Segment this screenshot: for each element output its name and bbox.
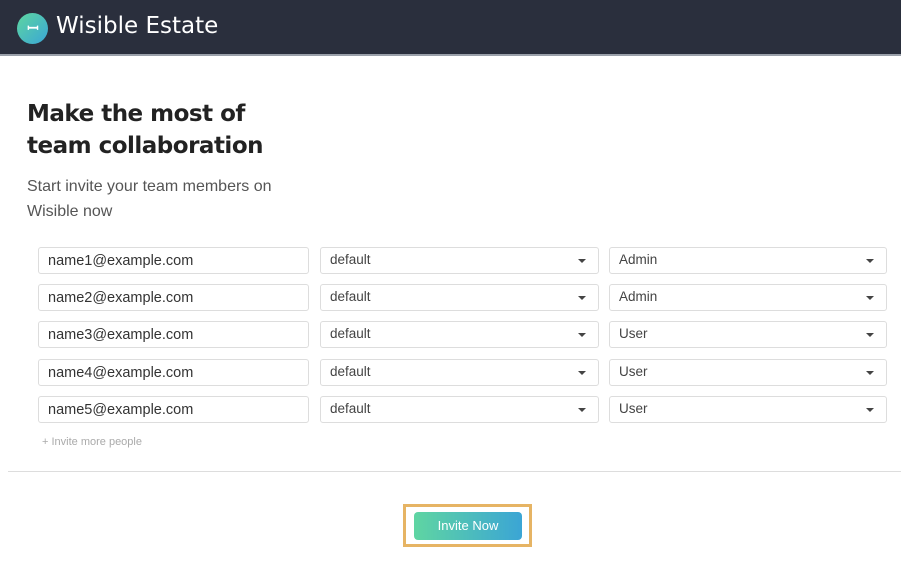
role-select[interactable]: User xyxy=(609,321,887,348)
email-input[interactable]: name5@example.com xyxy=(38,396,309,423)
role-select[interactable]: User xyxy=(609,359,887,386)
divider xyxy=(8,471,901,472)
group-value: default xyxy=(330,364,371,379)
caret-down-icon xyxy=(578,408,586,412)
role-select[interactable]: Admin xyxy=(609,284,887,311)
group-value: default xyxy=(330,326,371,341)
email-input[interactable]: name1@example.com xyxy=(38,247,309,274)
caret-down-icon xyxy=(578,333,586,337)
caret-down-icon xyxy=(866,408,874,412)
top-bar: ꟷ Wisible Estate xyxy=(0,0,901,56)
caret-down-icon xyxy=(866,333,874,337)
caret-down-icon xyxy=(866,371,874,375)
group-value: default xyxy=(330,401,371,416)
caret-down-icon xyxy=(578,371,586,375)
invite-more-link[interactable]: + Invite more people xyxy=(42,436,142,448)
role-value: User xyxy=(619,401,648,416)
group-value: default xyxy=(330,252,371,267)
app-title: Wisible Estate xyxy=(56,13,219,39)
group-select[interactable]: default xyxy=(320,359,599,386)
page-subtitle: Start invite your team members on Wisibl… xyxy=(27,178,272,220)
caret-down-icon xyxy=(578,259,586,263)
email-input[interactable]: name3@example.com xyxy=(38,321,309,348)
email-input[interactable]: name4@example.com xyxy=(38,359,309,386)
caret-down-icon xyxy=(578,296,586,300)
role-select[interactable]: Admin xyxy=(609,247,887,274)
role-select[interactable]: User xyxy=(609,396,887,423)
role-value: Admin xyxy=(619,289,658,304)
group-select[interactable]: default xyxy=(320,396,599,423)
group-value: default xyxy=(330,289,371,304)
role-value: User xyxy=(619,364,648,379)
role-value: User xyxy=(619,326,648,341)
role-value: Admin xyxy=(619,252,658,267)
group-select[interactable]: default xyxy=(320,247,599,274)
logo-icon: ꟷ xyxy=(17,13,48,44)
invite-now-button[interactable]: Invite Now xyxy=(414,512,522,540)
caret-down-icon xyxy=(866,259,874,263)
caret-down-icon xyxy=(866,296,874,300)
group-select[interactable]: default xyxy=(320,321,599,348)
email-input[interactable]: name2@example.com xyxy=(38,284,309,311)
page-heading: Make the most of team collaboration xyxy=(27,101,264,159)
group-select[interactable]: default xyxy=(320,284,599,311)
